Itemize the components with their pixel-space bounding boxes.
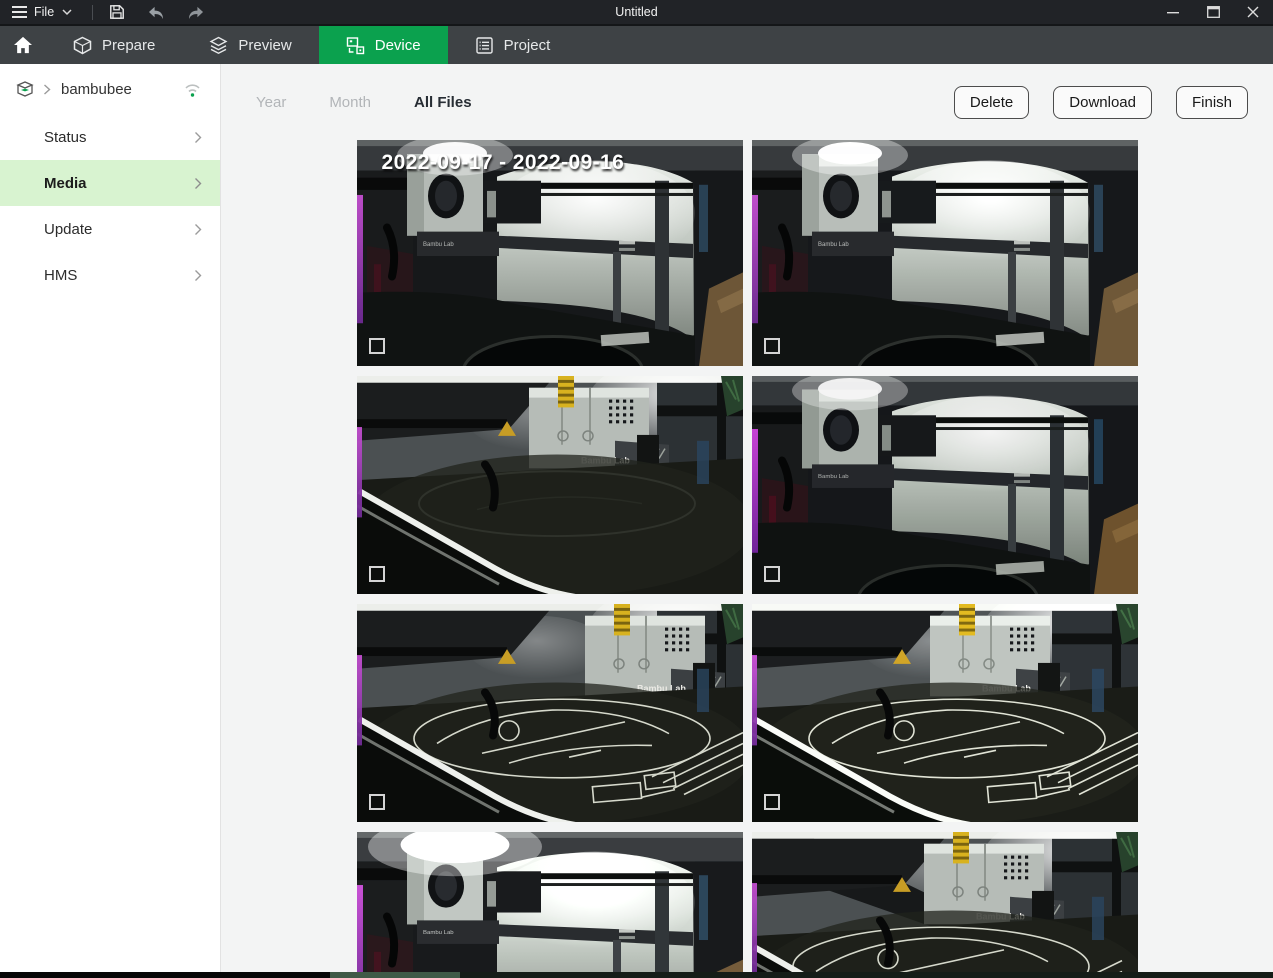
media-panel: Year Month All Files Delete Download Fin…: [221, 64, 1273, 976]
sidebar-item-label: Update: [44, 221, 92, 238]
main-navbar: Prepare Preview Device Project: [0, 26, 1273, 64]
svg-text:Bambu Lab: Bambu Lab: [423, 242, 454, 248]
thumbnail-checkbox[interactable]: [764, 566, 780, 582]
thumbnail-date-label: 2022-09-17 - 2022-09-16: [382, 151, 625, 175]
taskbar-sliver: [0, 972, 1273, 978]
titlebar-divider: [92, 5, 93, 20]
device-icon: [346, 36, 365, 55]
printer-camera-image: Bambu Lab: [357, 604, 743, 822]
sidebar-item-label: Media: [44, 175, 87, 192]
printer-camera-image: Bambu Lab: [752, 140, 1138, 366]
svg-text:Bambu Lab: Bambu Lab: [423, 930, 454, 936]
thumbnail-checkbox[interactable]: [369, 566, 385, 582]
printer-icon: [15, 79, 35, 99]
sidebar-item-hms[interactable]: HMS: [0, 252, 220, 298]
chevron-right-icon: [194, 131, 202, 144]
svg-text:Bambu Lab: Bambu Lab: [818, 242, 849, 248]
maximize-button[interactable]: [1193, 0, 1233, 24]
file-menu[interactable]: File: [34, 5, 54, 19]
media-thumbnail[interactable]: Bambu Lab: [752, 832, 1138, 976]
undo-icon[interactable]: [147, 5, 165, 20]
save-icon[interactable]: [109, 4, 125, 20]
chevron-right-icon: [194, 177, 202, 190]
close-button[interactable]: [1233, 0, 1273, 24]
printer-selector[interactable]: bambubee: [0, 64, 220, 114]
minimize-button[interactable]: [1153, 0, 1193, 24]
redo-icon[interactable]: [187, 5, 205, 20]
chevron-right-icon: [194, 223, 202, 236]
media-thumbnail[interactable]: Bambu Lab: [357, 376, 743, 594]
wifi-status-icon: [182, 80, 203, 98]
thumbnail-checkbox[interactable]: [369, 794, 385, 810]
thumbnail-checkbox[interactable]: [764, 338, 780, 354]
filter-tab-month[interactable]: Month: [329, 94, 371, 111]
delete-button[interactable]: Delete: [954, 86, 1029, 119]
download-button[interactable]: Download: [1053, 86, 1152, 119]
hamburger-menu-icon[interactable]: [12, 6, 27, 19]
printer-camera-image: Bambu Lab: [752, 832, 1138, 976]
printer-camera-image: Bambu Lab: [357, 376, 743, 594]
media-thumbnail[interactable]: Bambu Lab 2022-09-17 - 2022-09-16: [357, 140, 743, 366]
media-header: Year Month All Files Delete Download Fin…: [221, 64, 1273, 140]
chevron-right-icon: [194, 269, 202, 282]
thumbnail-checkbox[interactable]: [369, 338, 385, 354]
printer-name: bambubee: [61, 81, 132, 98]
finish-button[interactable]: Finish: [1176, 86, 1248, 119]
sidebar-item-media[interactable]: Media: [0, 160, 220, 206]
tab-project[interactable]: Project: [448, 26, 578, 64]
chevron-right-icon: [43, 84, 51, 95]
svg-text:Bambu Lab: Bambu Lab: [818, 474, 849, 480]
media-thumbnail[interactable]: Bambu Lab: [752, 604, 1138, 822]
prepare-box-icon: [73, 36, 92, 55]
tab-project-label: Project: [504, 37, 551, 54]
sidebar-item-label: Status: [44, 129, 87, 146]
tab-preview[interactable]: Preview: [182, 26, 318, 64]
sidebar-item-update[interactable]: Update: [0, 206, 220, 252]
preview-layers-icon: [209, 36, 228, 55]
tab-preview-label: Preview: [238, 37, 291, 54]
project-list-icon: [475, 36, 494, 55]
media-thumbnail[interactable]: Bambu Lab: [752, 376, 1138, 594]
filter-tab-all-files[interactable]: All Files: [414, 94, 472, 111]
home-icon: [13, 36, 33, 54]
printer-camera-image: Bambu Lab: [752, 604, 1138, 822]
home-button[interactable]: [0, 26, 46, 64]
tab-prepare[interactable]: Prepare: [46, 26, 182, 64]
media-thumbnail[interactable]: Bambu Lab: [357, 832, 743, 976]
media-grid: Bambu Lab 2022-09-17 - 2022-09-16: [357, 140, 1138, 976]
printer-camera-image: Bambu Lab: [357, 832, 743, 976]
chevron-down-icon[interactable]: [62, 9, 72, 16]
sidebar-item-label: HMS: [44, 267, 77, 284]
filter-tab-year[interactable]: Year: [256, 94, 286, 111]
titlebar: File Untitled: [0, 0, 1273, 26]
thumbnail-checkbox[interactable]: [764, 794, 780, 810]
printer-camera-image: Bambu Lab: [752, 376, 1138, 594]
tab-device[interactable]: Device: [319, 26, 448, 64]
device-sidebar: bambubee Status Media Update HMS: [0, 64, 221, 976]
tab-device-label: Device: [375, 37, 421, 54]
media-thumbnail[interactable]: Bambu Lab: [752, 140, 1138, 366]
media-thumbnail[interactable]: Bambu Lab: [357, 604, 743, 822]
sidebar-item-status[interactable]: Status: [0, 114, 220, 160]
tab-prepare-label: Prepare: [102, 37, 155, 54]
